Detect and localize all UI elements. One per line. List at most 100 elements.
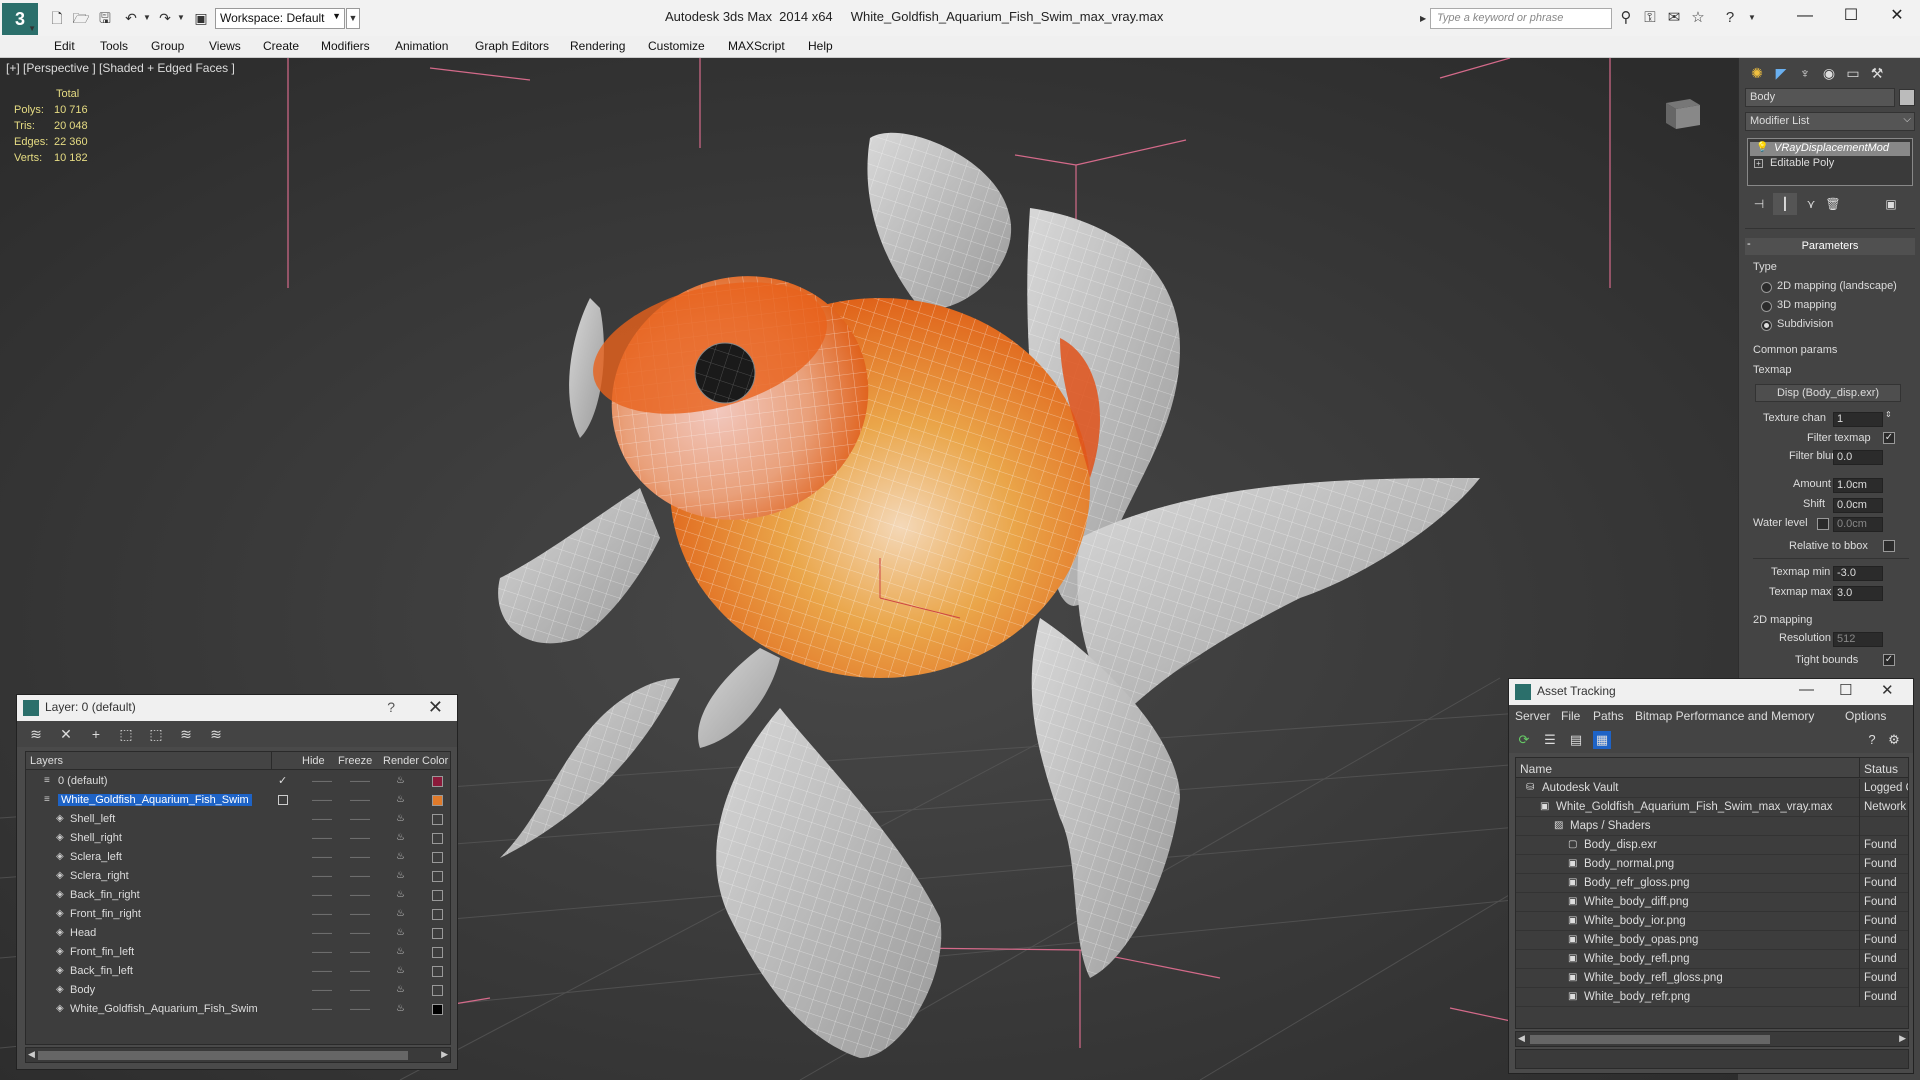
scroll-right-icon[interactable]: ▶ bbox=[441, 1049, 448, 1060]
radio-3d-mapping[interactable] bbox=[1761, 301, 1772, 312]
active-check-icon[interactable]: ✓ bbox=[278, 774, 287, 787]
expand-plus-icon[interactable]: + bbox=[1754, 159, 1763, 168]
asset-row[interactable]: ▣ White_body_refl_gloss.png Found bbox=[1516, 969, 1908, 988]
freeze-toggle[interactable]: —— bbox=[350, 966, 370, 977]
add-to-layer-icon[interactable]: + bbox=[87, 725, 105, 743]
layer-row[interactable]: ◈ Body —— —— ♨ bbox=[26, 981, 450, 1000]
freeze-toggle[interactable]: —— bbox=[350, 890, 370, 901]
texmap-max-spinner[interactable]: 3.0 bbox=[1833, 586, 1883, 601]
col-status[interactable]: Status bbox=[1864, 762, 1898, 776]
layer-color-swatch[interactable] bbox=[432, 833, 443, 844]
render-teapot-icon[interactable]: ♨ bbox=[396, 813, 407, 824]
open-file-icon[interactable]: 🗁 bbox=[72, 9, 90, 27]
settings-icon[interactable]: ⚙ bbox=[1885, 731, 1903, 749]
asset-row[interactable]: ⛁ Autodesk Vault Logged O bbox=[1516, 779, 1908, 798]
col-render[interactable]: Render bbox=[383, 755, 419, 767]
asset-row[interactable]: ▢ Body_disp.exr Found bbox=[1516, 836, 1908, 855]
freeze-toggle[interactable]: —— bbox=[350, 985, 370, 996]
col-freeze[interactable]: Freeze bbox=[338, 755, 372, 767]
scroll-left-icon[interactable]: ◀ bbox=[28, 1049, 35, 1060]
close-icon[interactable]: ✕ bbox=[1881, 681, 1894, 699]
water-level-checkbox[interactable] bbox=[1817, 518, 1829, 530]
spinner-arrows-icon[interactable]: ⇕ bbox=[1885, 410, 1892, 419]
hide-toggle[interactable]: —— bbox=[312, 852, 332, 863]
texture-chan-spinner[interactable]: 1 bbox=[1833, 412, 1883, 427]
asset-panel-titlebar[interactable]: Asset Tracking — ☐ ✕ bbox=[1509, 679, 1913, 705]
search-expand-icon[interactable]: ▶ bbox=[1420, 8, 1430, 29]
stack-item-vraydisplacement[interactable]: VRayDisplacementMod bbox=[1750, 142, 1910, 156]
lightbulb-icon[interactable]: 💡 bbox=[1756, 142, 1768, 153]
freeze-toggle[interactable]: —— bbox=[350, 814, 370, 825]
help-icon[interactable]: ? bbox=[1720, 9, 1740, 27]
layer-row[interactable]: ◈ Head —— —— ♨ bbox=[26, 924, 450, 943]
render-teapot-icon[interactable]: ♨ bbox=[396, 984, 407, 995]
utilities-tab-icon[interactable]: ⚒ bbox=[1865, 62, 1889, 84]
viewcube-icon[interactable] bbox=[1660, 93, 1704, 133]
layer-color-swatch[interactable] bbox=[432, 1004, 443, 1015]
modifier-list-dropdown[interactable]: Modifier List ⌵ bbox=[1745, 112, 1915, 131]
layer-color-swatch[interactable] bbox=[432, 985, 443, 996]
menu-customize[interactable]: Customize bbox=[648, 39, 705, 53]
show-end-result-icon[interactable]: ┃ bbox=[1773, 193, 1797, 215]
render-teapot-icon[interactable]: ♨ bbox=[396, 832, 407, 843]
hide-toggle[interactable]: —— bbox=[312, 795, 332, 806]
scroll-thumb[interactable] bbox=[1530, 1035, 1770, 1044]
search-input[interactable]: Type a keyword or phrase bbox=[1430, 8, 1612, 29]
hide-toggle[interactable]: —— bbox=[312, 909, 332, 920]
tight-bounds-checkbox[interactable]: ✓ bbox=[1883, 654, 1895, 666]
maximize-button[interactable]: ☐ bbox=[1828, 4, 1874, 28]
hide-toggle[interactable]: —— bbox=[312, 890, 332, 901]
object-color-swatch[interactable] bbox=[1899, 89, 1915, 106]
filter-texmap-checkbox[interactable]: ✓ bbox=[1883, 432, 1895, 444]
viewport-label[interactable]: [+] [Perspective ] [Shaded + Edged Faces… bbox=[6, 61, 235, 75]
water-level-spinner[interactable]: 0.0cm bbox=[1833, 517, 1883, 532]
workspace-more-button[interactable]: ▼ bbox=[346, 8, 360, 29]
detail-view-icon[interactable]: ▤ bbox=[1567, 731, 1585, 749]
layer-color-swatch[interactable] bbox=[432, 966, 443, 977]
layer-row[interactable]: ◈ Front_fin_left —— —— ♨ bbox=[26, 943, 450, 962]
table-view-icon[interactable]: ▦ bbox=[1593, 731, 1611, 749]
create-tab-icon[interactable]: ✺ bbox=[1745, 62, 1769, 84]
menu-views[interactable]: Views bbox=[209, 39, 241, 53]
layer-panel-titlebar[interactable]: Layer: 0 (default) ? ✕ bbox=[17, 695, 457, 721]
layer-color-swatch[interactable] bbox=[432, 890, 443, 901]
menu-tools[interactable]: Tools bbox=[100, 39, 128, 53]
asset-row[interactable]: ▣ Body_refr_gloss.png Found bbox=[1516, 874, 1908, 893]
menu-paths[interactable]: Paths bbox=[1593, 709, 1624, 723]
hide-toggle[interactable]: —— bbox=[312, 966, 332, 977]
asset-row[interactable]: ▣ White_body_refr.png Found bbox=[1516, 988, 1908, 1007]
freeze-toggle[interactable]: —— bbox=[350, 833, 370, 844]
help-dropdown-icon[interactable]: ▼ bbox=[1742, 9, 1762, 27]
hide-toggle[interactable]: —— bbox=[312, 814, 332, 825]
subscription-icon[interactable]: ⚿ bbox=[1640, 9, 1660, 27]
hide-toggle[interactable]: —— bbox=[312, 833, 332, 844]
favorites-star-icon[interactable]: ☆ bbox=[1688, 9, 1708, 27]
resolution-spinner[interactable]: 512 bbox=[1833, 632, 1883, 647]
freeze-all-icon[interactable]: ≋ bbox=[207, 725, 225, 743]
layer-horizontal-scrollbar[interactable]: ◀ ▶ bbox=[25, 1047, 451, 1063]
menu-file[interactable]: File bbox=[1561, 709, 1580, 723]
render-teapot-icon[interactable]: ♨ bbox=[396, 908, 407, 919]
render-teapot-icon[interactable]: ♨ bbox=[396, 851, 407, 862]
asset-row[interactable]: ▣ White_body_opas.png Found bbox=[1516, 931, 1908, 950]
freeze-toggle[interactable]: —— bbox=[350, 947, 370, 958]
layer-row[interactable]: ◈ Back_fin_left —— —— ♨ bbox=[26, 962, 450, 981]
minimize-button[interactable]: — bbox=[1782, 4, 1828, 28]
make-unique-icon[interactable]: ⋎ bbox=[1799, 193, 1823, 215]
col-color[interactable]: Color bbox=[422, 755, 448, 767]
project-folder-icon[interactable]: ▣ bbox=[192, 9, 210, 27]
layer-color-swatch[interactable] bbox=[432, 909, 443, 920]
communication-icon[interactable]: ✉ bbox=[1664, 9, 1684, 27]
configure-modifier-sets-icon[interactable]: ▣ bbox=[1879, 193, 1903, 215]
freeze-toggle[interactable]: —— bbox=[350, 776, 370, 787]
layer-row[interactable]: ◈ Shell_left —— —— ♨ bbox=[26, 810, 450, 829]
layer-row[interactable]: ◈ Back_fin_right —— —— ♨ bbox=[26, 886, 450, 905]
parameters-rollout-header[interactable]: Parameters bbox=[1745, 238, 1915, 255]
help-icon[interactable]: ? bbox=[1863, 731, 1881, 749]
col-hide[interactable]: Hide bbox=[302, 755, 325, 767]
shift-spinner[interactable]: 0.0cm bbox=[1833, 498, 1883, 513]
layer-row[interactable]: ◈ Shell_right —— —— ♨ bbox=[26, 829, 450, 848]
texmap-min-spinner[interactable]: -3.0 bbox=[1833, 566, 1883, 581]
hide-toggle[interactable]: —— bbox=[312, 1004, 332, 1015]
scroll-thumb[interactable] bbox=[38, 1051, 408, 1060]
